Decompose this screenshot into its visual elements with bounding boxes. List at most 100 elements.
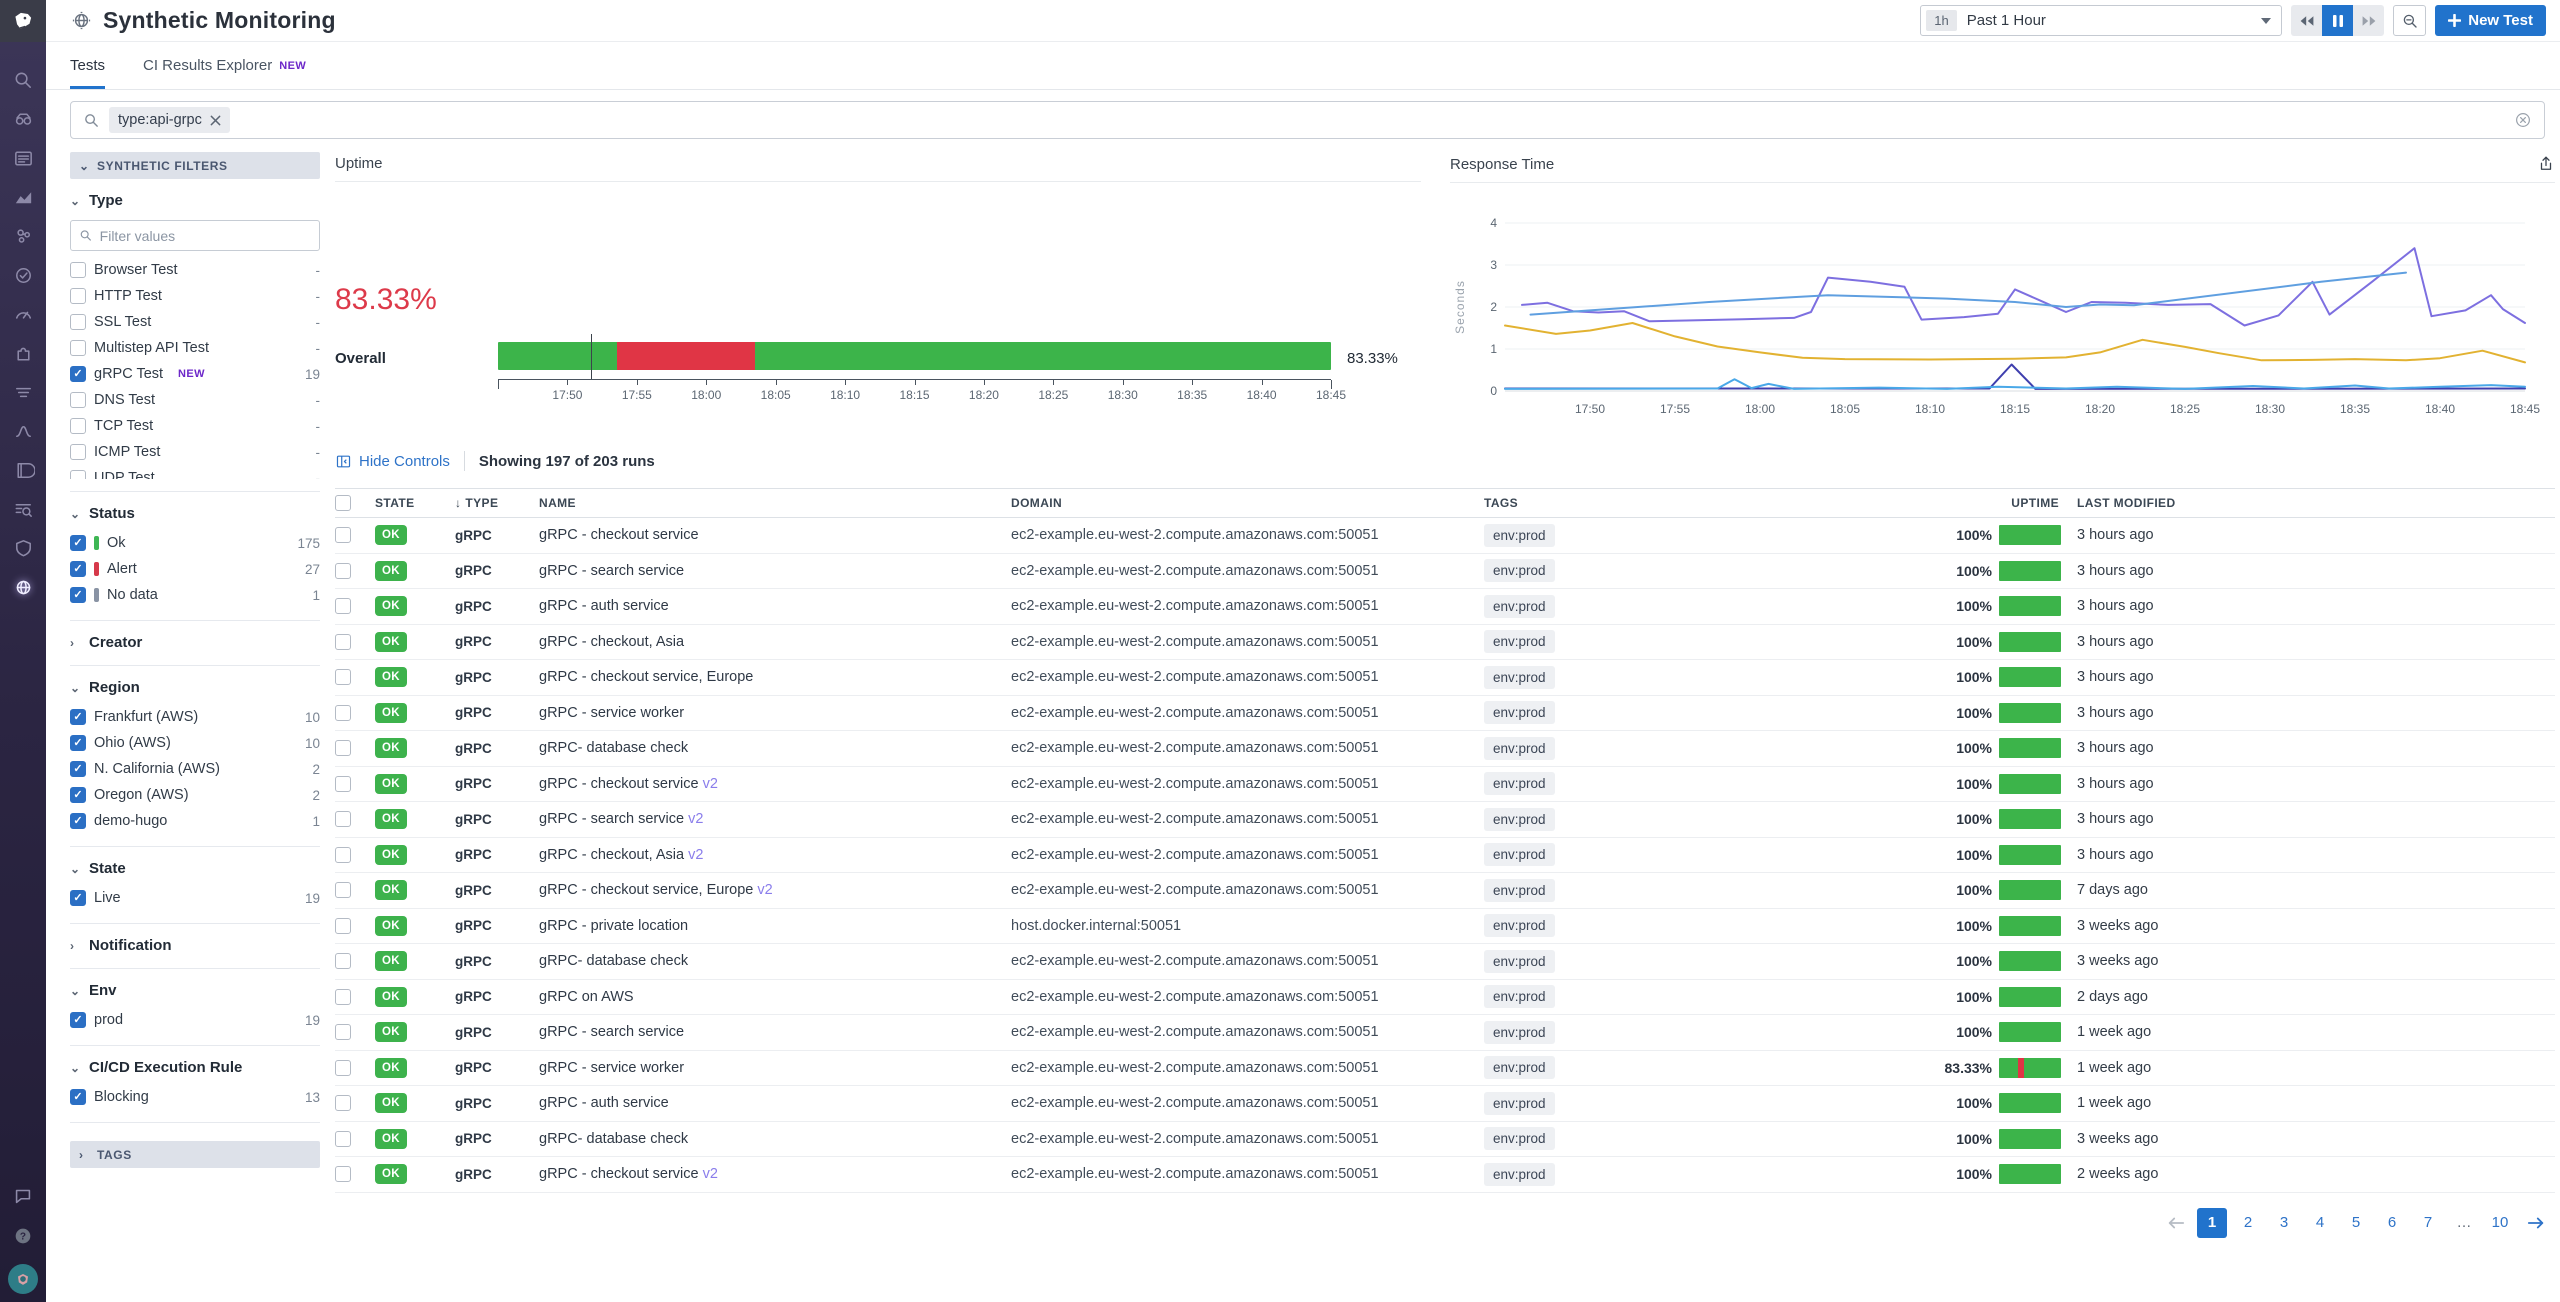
checkbox[interactable]	[70, 813, 86, 829]
notebooks-icon[interactable]	[11, 458, 35, 482]
filter-section-header[interactable]: ⌄State	[70, 858, 320, 879]
test-name-link[interactable]: gRPC - checkout service v2	[539, 1166, 1011, 1182]
col-tags[interactable]: TAGS	[1484, 496, 1939, 510]
filter-item-icmp-test[interactable]: ICMP Test-	[70, 439, 320, 465]
table-row[interactable]: OKgRPCgRPC - service workerec2-example.e…	[335, 1051, 2555, 1087]
security-icon[interactable]	[11, 536, 35, 560]
checkbox[interactable]	[70, 890, 86, 906]
checkbox[interactable]	[70, 366, 86, 382]
tag-chip[interactable]: env:prod	[1484, 1092, 1555, 1115]
filter-item-prod[interactable]: prod19	[70, 1007, 320, 1033]
test-name-link[interactable]: gRPC - search service	[539, 1024, 1011, 1040]
row-checkbox[interactable]	[335, 598, 351, 614]
filter-section-header[interactable]: ⌄Region	[70, 677, 320, 698]
filter-item-blocking[interactable]: Blocking13	[70, 1084, 320, 1110]
test-name-link[interactable]: gRPC - checkout service	[539, 527, 1011, 543]
tab-ci-results-explorer[interactable]: CI Results Explorer NEW	[143, 42, 306, 89]
row-checkbox[interactable]	[335, 563, 351, 579]
filter-values-search[interactable]	[70, 220, 320, 251]
test-name-link[interactable]: gRPC- database check	[539, 1131, 1011, 1147]
filter-item-grpc-test[interactable]: gRPC TestNEW19	[70, 361, 320, 387]
tag-chip[interactable]: env:prod	[1484, 595, 1555, 618]
filter-item-udp-test[interactable]: UDP Test-	[70, 465, 320, 479]
tag-chip[interactable]: env:prod	[1484, 879, 1555, 902]
user-avatar[interactable]	[8, 1264, 38, 1294]
page-button-3[interactable]: 3	[2269, 1208, 2299, 1238]
hide-controls-button[interactable]: Hide Controls	[335, 453, 450, 470]
table-row[interactable]: OKgRPCgRPC- database checkec2-example.eu…	[335, 731, 2555, 767]
col-uptime[interactable]: UPTIME	[1939, 496, 2067, 510]
test-name-link[interactable]: gRPC - checkout service, Europe v2	[539, 882, 1011, 898]
row-checkbox[interactable]	[335, 669, 351, 685]
test-name-link[interactable]: gRPC - checkout service, Europe	[539, 669, 1011, 685]
table-row[interactable]: OKgRPCgRPC - checkout service v2ec2-exam…	[335, 767, 2555, 803]
table-row[interactable]: OKgRPCgRPC - checkout, Asia v2ec2-exampl…	[335, 838, 2555, 874]
page-button-10[interactable]: 10	[2485, 1208, 2515, 1238]
monitors-icon[interactable]	[11, 302, 35, 326]
table-row[interactable]: OKgRPCgRPC on AWSec2-example.eu-west-2.c…	[335, 980, 2555, 1016]
table-row[interactable]: OKgRPCgRPC - checkout service, Europe v2…	[335, 873, 2555, 909]
filter-item-oregon-aws-[interactable]: Oregon (AWS)2	[70, 782, 320, 808]
chat-icon[interactable]	[11, 1184, 35, 1208]
clear-search-icon[interactable]	[2514, 111, 2532, 129]
datadog-logo[interactable]	[0, 0, 46, 42]
synthetics-icon[interactable]	[11, 575, 35, 599]
filter-section-header[interactable]: ⌄Type	[70, 190, 320, 211]
row-checkbox[interactable]	[335, 1166, 351, 1182]
filter-section-header[interactable]: ›Notification	[70, 935, 320, 956]
search-filter-chip[interactable]: type:api-grpc	[109, 107, 230, 133]
test-name-link[interactable]: gRPC - search service v2	[539, 811, 1011, 827]
test-name-link[interactable]: gRPC - auth service	[539, 1095, 1011, 1111]
test-name-link[interactable]: gRPC- database check	[539, 740, 1011, 756]
filter-item-multistep-api-test[interactable]: Multistep API Test-	[70, 335, 320, 361]
test-name-link[interactable]: gRPC - service worker	[539, 1060, 1011, 1076]
tag-chip[interactable]: env:prod	[1484, 950, 1555, 973]
tag-chip[interactable]: env:prod	[1484, 1127, 1555, 1150]
table-row[interactable]: OKgRPCgRPC - auth serviceec2-example.eu-…	[335, 589, 2555, 625]
checkbox[interactable]	[70, 735, 86, 751]
checkbox[interactable]	[70, 392, 86, 408]
checkbox[interactable]	[70, 761, 86, 777]
row-checkbox[interactable]	[335, 740, 351, 756]
filter-item-http-test[interactable]: HTTP Test-	[70, 283, 320, 309]
tag-chip[interactable]: env:prod	[1484, 666, 1555, 689]
page-button-7[interactable]: 7	[2413, 1208, 2443, 1238]
zoom-out-button[interactable]	[2393, 5, 2426, 36]
table-row[interactable]: OKgRPCgRPC - search serviceec2-example.e…	[335, 1015, 2555, 1051]
export-icon[interactable]	[2537, 155, 2555, 173]
filter-item-frankfurt-aws-[interactable]: Frankfurt (AWS)10	[70, 704, 320, 730]
test-name-link[interactable]: gRPC - checkout, Asia	[539, 634, 1011, 650]
row-checkbox[interactable]	[335, 811, 351, 827]
row-checkbox[interactable]	[335, 1095, 351, 1111]
tag-chip[interactable]: env:prod	[1484, 808, 1555, 831]
tag-chip[interactable]: env:prod	[1484, 1021, 1555, 1044]
filter-item-no-data[interactable]: No data1	[70, 582, 320, 608]
table-row[interactable]: OKgRPCgRPC- database checkec2-example.eu…	[335, 944, 2555, 980]
row-checkbox[interactable]	[335, 705, 351, 721]
table-row[interactable]: OKgRPCgRPC - search service v2ec2-exampl…	[335, 802, 2555, 838]
checkbox[interactable]	[70, 470, 86, 479]
filter-item-demo-hugo[interactable]: demo-hugo1	[70, 808, 320, 834]
checkbox[interactable]	[70, 314, 86, 330]
table-row[interactable]: OKgRPCgRPC - auth serviceec2-example.eu-…	[335, 1086, 2555, 1122]
col-name[interactable]: NAME	[539, 496, 1011, 510]
help-icon[interactable]: ?	[11, 1224, 35, 1248]
dashboards-icon[interactable]	[11, 146, 35, 170]
previous-page-arrow[interactable]	[2161, 1216, 2191, 1230]
table-row[interactable]: OKgRPCgRPC - search serviceec2-example.e…	[335, 554, 2555, 590]
filter-section-header[interactable]: ›Creator	[70, 632, 320, 653]
row-checkbox[interactable]	[335, 989, 351, 1005]
checkbox[interactable]	[70, 262, 86, 278]
filter-item-tcp-test[interactable]: TCP Test-	[70, 413, 320, 439]
col-last-modified[interactable]: LAST MODIFIED	[2067, 496, 2555, 510]
checkbox[interactable]	[70, 561, 86, 577]
log-pipelines-icon[interactable]	[11, 380, 35, 404]
service-catalog-icon[interactable]	[11, 263, 35, 287]
checkbox[interactable]	[70, 340, 86, 356]
page-button-6[interactable]: 6	[2377, 1208, 2407, 1238]
test-name-link[interactable]: gRPC- database check	[539, 953, 1011, 969]
checkbox[interactable]	[70, 288, 86, 304]
row-checkbox[interactable]	[335, 882, 351, 898]
table-row[interactable]: OKgRPCgRPC - checkout, Asiaec2-example.e…	[335, 625, 2555, 661]
filter-item-ok[interactable]: Ok175	[70, 530, 320, 556]
